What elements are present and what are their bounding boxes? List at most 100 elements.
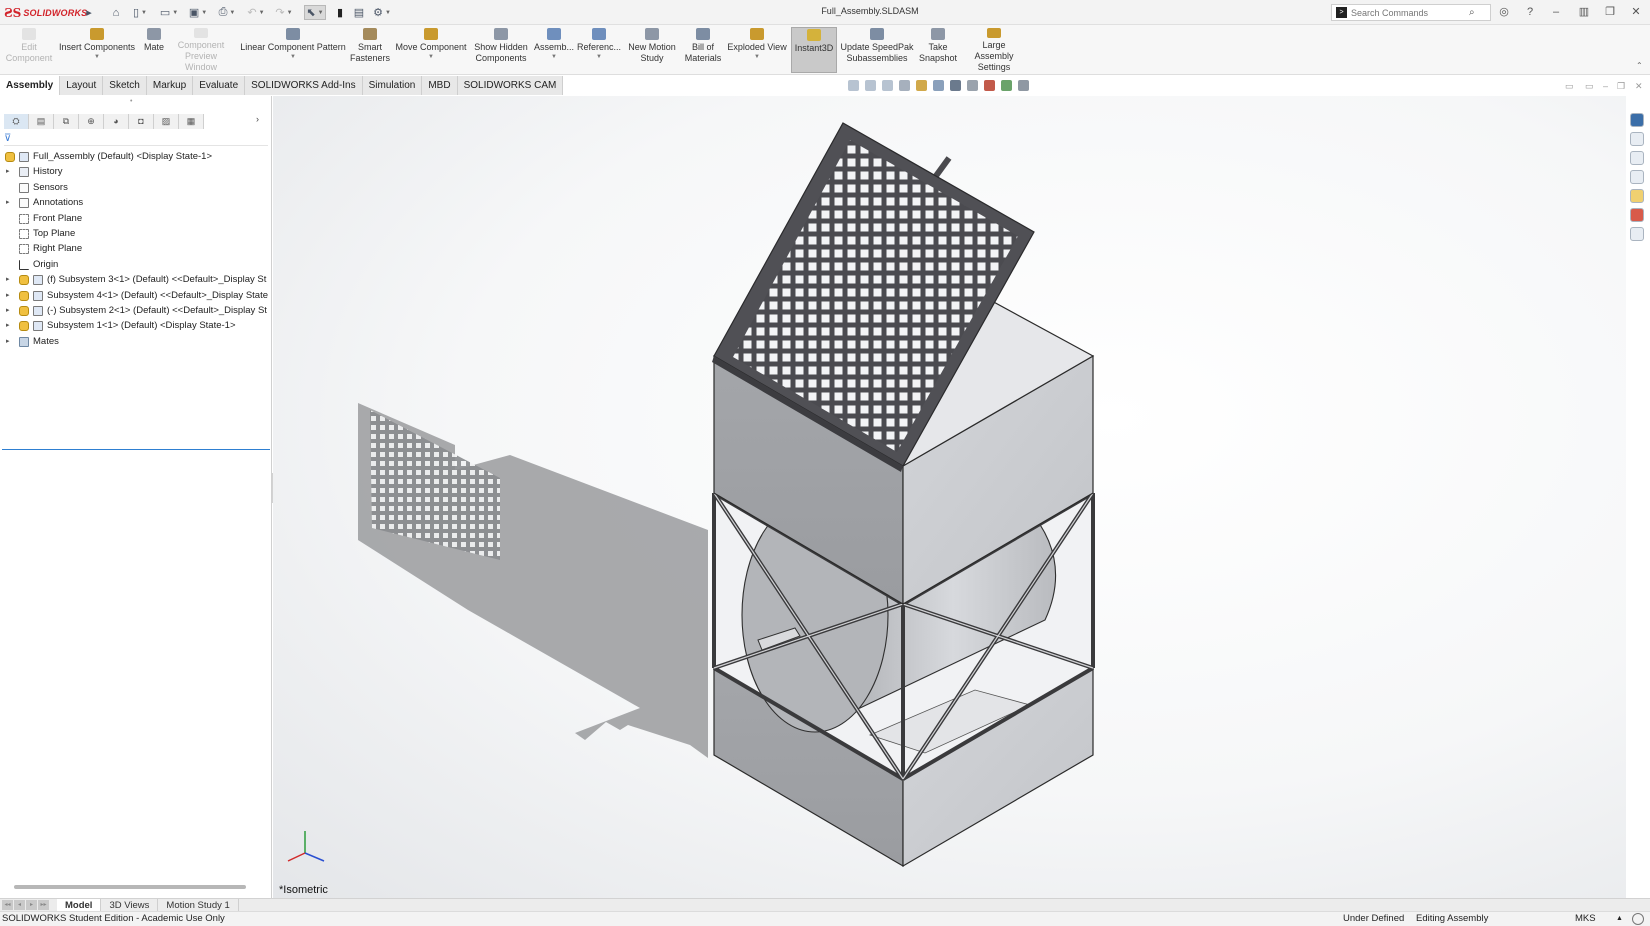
solidworks-resources-icon[interactable] <box>1630 113 1644 127</box>
tree-filter[interactable]: ⊽ <box>4 132 268 146</box>
tree-rollback-bar[interactable] <box>2 449 270 450</box>
tree-node-annotations[interactable]: ▸ Annotations <box>0 195 272 210</box>
expand-arrow-icon[interactable]: ▸ <box>6 288 10 303</box>
tree-node-mates[interactable]: ▸ Mates <box>0 334 272 349</box>
assembly-features-button[interactable]: Assemb... ▼ <box>534 27 574 73</box>
tab-sketch[interactable]: Sketch <box>103 76 147 95</box>
save-icon[interactable]: ▣ ▼ <box>188 5 208 20</box>
tile-windows-icon[interactable]: ▥ <box>1576 5 1592 20</box>
panel-grip-icon[interactable]: • <box>130 98 132 105</box>
large-assembly-settings-button[interactable]: Large Assembly Settings <box>962 27 1026 73</box>
view-orientation-icon[interactable] <box>933 80 944 91</box>
display-style-icon[interactable] <box>950 80 961 91</box>
tab-solidworks-add-ins[interactable]: SOLIDWORKS Add-Ins <box>245 76 363 95</box>
options-gear-icon[interactable]: ⚙ ▼ <box>372 5 392 20</box>
previous-view-icon[interactable] <box>882 80 893 91</box>
dropdown-arrow-icon[interactable]: ▼ <box>290 53 296 61</box>
zoom-to-fit-icon[interactable] <box>848 80 859 91</box>
select-cursor-icon[interactable]: ⬉ ▼ <box>304 5 326 20</box>
tab-3d-views[interactable]: 3D Views <box>101 898 159 912</box>
featuremanager-tree-icon[interactable]: ⛭ <box>4 114 29 129</box>
dropdown-arrow-icon[interactable]: ▼ <box>754 53 760 61</box>
tree-node-top-plane[interactable]: Top Plane <box>0 226 272 241</box>
search-icon[interactable]: ⌕ <box>1469 7 1475 18</box>
reference-geometry-button[interactable]: Referenc... ▼ <box>577 27 621 73</box>
graphics-area[interactable] <box>273 96 1626 898</box>
apply-scene-icon[interactable] <box>1001 80 1012 91</box>
viewport-tile-icon[interactable]: ▭ <box>1585 81 1594 92</box>
open-folder-icon[interactable]: ▭ ▼ <box>158 5 180 20</box>
solidworks-logo[interactable]: ƧS SOLIDWORKS <box>4 6 87 20</box>
restore-icon[interactable]: ❐ <box>1602 5 1618 20</box>
update-speedpak-button[interactable]: Update SpeedPak Subassemblies <box>840 27 914 73</box>
unit-system-selector[interactable]: MKS <box>1575 912 1596 926</box>
section-view-icon[interactable] <box>899 80 910 91</box>
design-library-icon[interactable] <box>1630 132 1644 146</box>
tab-assembly[interactable]: Assembly <box>0 76 61 95</box>
first-tab-icon[interactable]: ◂◂ <box>2 900 13 910</box>
appearances-scenes-icon[interactable] <box>1630 189 1644 203</box>
collapse-ribbon-icon[interactable]: ⌃ <box>1636 61 1643 70</box>
next-tab-icon[interactable]: ▸ <box>26 900 37 910</box>
traffic-light-icon[interactable]: ▮ <box>334 5 346 20</box>
tab-layout[interactable]: Layout <box>60 76 104 95</box>
viewport-close-icon[interactable]: ✕ <box>1635 81 1643 92</box>
hide-show-items-icon[interactable] <box>967 80 978 91</box>
print-icon[interactable]: ⎙ ▼ <box>216 5 238 20</box>
tab-simulation[interactable]: Simulation <box>362 76 423 95</box>
propertymanager-icon[interactable]: ▤ <box>29 114 54 129</box>
new-motion-study-button[interactable]: New Motion Study <box>624 27 680 73</box>
take-snapshot-button[interactable]: Take Snapshot <box>918 27 958 73</box>
close-icon[interactable]: ✕ <box>1628 5 1644 20</box>
linear-component-pattern-button[interactable]: Linear Component Pattern ▼ <box>238 27 348 73</box>
tab-markup[interactable]: Markup <box>146 76 194 95</box>
configurationmanager-icon[interactable]: ⧉ <box>54 114 79 129</box>
user-account-icon[interactable]: ◎ <box>1496 5 1512 20</box>
expand-arrow-icon[interactable]: ▸ <box>6 303 10 318</box>
dropdown-arrow-icon[interactable]: ▼ <box>94 53 100 61</box>
new-document-icon[interactable]: ▯ ▼ <box>130 5 150 20</box>
assembly-model-render[interactable] <box>273 96 1626 898</box>
zoom-to-area-icon[interactable] <box>865 80 876 91</box>
tree-node-origin[interactable]: Origin <box>0 257 272 272</box>
dropdown-arrow-icon[interactable]: ▼ <box>551 53 557 61</box>
tree-node-front-plane[interactable]: Front Plane <box>0 211 272 226</box>
custom-properties-icon[interactable] <box>1630 208 1644 222</box>
expand-arrow-icon[interactable]: ▸ <box>6 318 10 333</box>
expand-arrow-icon[interactable]: ▸ <box>6 272 10 287</box>
expand-arrow-icon[interactable]: ▸ <box>6 195 10 210</box>
undo-icon[interactable]: ↶ ▼ <box>246 5 266 20</box>
cam-tools-icon[interactable]: ▦ <box>179 114 204 129</box>
dimxpertmanager-icon[interactable]: ⊕ <box>79 114 104 129</box>
file-properties-icon[interactable]: ▤ <box>352 5 366 20</box>
tab-model[interactable]: Model <box>57 898 102 912</box>
tree-node-history[interactable]: ▸ History <box>0 164 272 179</box>
exploded-view-button[interactable]: Exploded View ▼ <box>726 27 788 73</box>
move-component-button[interactable]: Move Component ▼ <box>393 27 469 73</box>
search-commands-box[interactable]: > ⌕ <box>1331 4 1491 21</box>
viewport-restore-icon[interactable]: ▭ <box>1565 81 1574 92</box>
redo-icon[interactable]: ↷ ▼ <box>274 5 294 20</box>
home-icon[interactable]: ⌂ <box>108 5 124 20</box>
search-input[interactable] <box>1351 7 1469 18</box>
tree-node-sensors[interactable]: Sensors <box>0 180 272 195</box>
tab-evaluate[interactable]: Evaluate <box>193 76 246 95</box>
expand-arrow-icon[interactable]: ▸ <box>6 334 10 349</box>
view-settings-icon[interactable] <box>1018 80 1029 91</box>
cam-operation-tree-icon[interactable]: ▨ <box>154 114 179 129</box>
tree-node-right-plane[interactable]: Right Plane <box>0 241 272 256</box>
cam-feature-tree-icon[interactable]: ◘ <box>129 114 154 129</box>
component-preview-window-button[interactable]: Component Preview Window <box>168 27 234 73</box>
quick-tips-icon[interactable] <box>1632 913 1644 925</box>
tab-solidworks-cam[interactable]: SOLIDWORKS CAM <box>457 76 564 95</box>
edit-appearance-icon[interactable] <box>984 80 995 91</box>
viewport-maximize-icon[interactable]: ❐ <box>1617 81 1625 92</box>
tree-node-full-assembly[interactable]: Full_Assembly (Default) <Display State-1… <box>0 149 272 164</box>
tree-node-subsystem-3[interactable]: ▸ (f) Subsystem 3<1> (Default) <<Default>… <box>0 272 272 287</box>
viewport-minimize-icon[interactable]: – <box>1603 81 1608 91</box>
mate-button[interactable]: Mate <box>139 27 169 73</box>
tab-motion-study-1[interactable]: Motion Study 1 <box>158 898 239 912</box>
displaymanager-icon[interactable]: ◕ <box>104 114 129 129</box>
last-tab-icon[interactable]: ▸▸ <box>38 900 49 910</box>
smart-fasteners-button[interactable]: Smart Fasteners <box>350 27 390 73</box>
